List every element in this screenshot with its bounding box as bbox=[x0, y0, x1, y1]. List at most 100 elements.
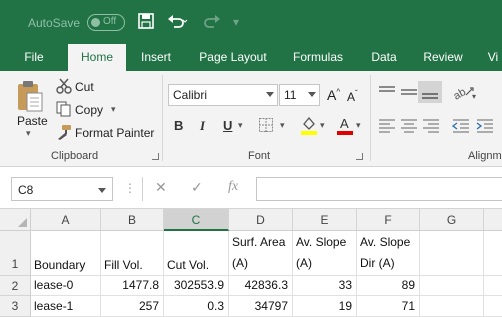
bold-button[interactable]: B bbox=[174, 118, 183, 133]
tab-home[interactable]: Home bbox=[68, 44, 126, 71]
name-box-value: C8 bbox=[18, 183, 34, 197]
column-header-c[interactable]: C bbox=[164, 209, 229, 231]
cell-a1[interactable]: Boundary bbox=[31, 231, 101, 276]
cell-g3[interactable] bbox=[420, 296, 484, 317]
italic-button[interactable]: I bbox=[200, 118, 205, 134]
chevron-down-icon bbox=[266, 92, 274, 97]
select-all-button[interactable] bbox=[0, 209, 31, 231]
row-header-1[interactable]: 1 bbox=[0, 231, 31, 276]
copy-dropdown-icon[interactable]: ▾ bbox=[111, 104, 116, 115]
tab-review[interactable]: Review bbox=[416, 44, 470, 71]
align-left-icon[interactable] bbox=[378, 119, 396, 136]
chevron-down-icon bbox=[308, 92, 316, 97]
cell-text: 34797 bbox=[254, 299, 288, 313]
clipboard-launcher-icon[interactable] bbox=[152, 153, 159, 160]
decrease-font-size-icon[interactable]: Aˇ bbox=[347, 89, 358, 104]
increase-font-size-icon[interactable]: A^ bbox=[327, 87, 340, 103]
decrease-indent-icon[interactable] bbox=[451, 119, 470, 136]
tab-insert[interactable]: Insert bbox=[133, 44, 179, 71]
group-label-font: Font bbox=[248, 150, 271, 162]
column-header-a[interactable]: A bbox=[31, 209, 101, 231]
cell-a3[interactable]: lease-1 bbox=[31, 296, 101, 317]
autosave-state: Off bbox=[103, 16, 117, 27]
copy-button[interactable]: Copy bbox=[75, 103, 103, 117]
fill-color-icon[interactable] bbox=[300, 115, 318, 138]
align-bottom-icon[interactable] bbox=[418, 81, 442, 103]
format-painter-button[interactable]: Format Painter bbox=[75, 126, 154, 140]
cell-a2[interactable]: lease-0 bbox=[31, 276, 101, 296]
align-top-icon[interactable] bbox=[378, 85, 396, 102]
autosave-toggle[interactable]: Off bbox=[87, 14, 125, 31]
tab-data[interactable]: Data bbox=[363, 44, 405, 71]
paste-icon[interactable] bbox=[15, 79, 45, 116]
cell-d3[interactable]: 34797 bbox=[229, 296, 293, 317]
save-icon[interactable] bbox=[137, 12, 155, 32]
paste-button[interactable]: Paste bbox=[17, 114, 48, 128]
increase-indent-icon[interactable] bbox=[476, 119, 494, 136]
cell-b1[interactable]: Fill Vol. bbox=[101, 231, 164, 276]
column-header-b[interactable]: B bbox=[101, 209, 164, 231]
align-middle-icon[interactable] bbox=[400, 85, 418, 102]
tab-view[interactable]: Vi bbox=[482, 44, 502, 71]
align-right-icon[interactable] bbox=[422, 119, 440, 136]
borders-dropdown-icon[interactable]: ▾ bbox=[280, 120, 285, 131]
formula-input[interactable] bbox=[256, 177, 502, 201]
format-painter-icon bbox=[56, 124, 72, 143]
cut-button[interactable]: Cut bbox=[75, 80, 94, 94]
font-color-dropdown-icon[interactable]: ▾ bbox=[356, 120, 361, 131]
row-number: 3 bbox=[11, 299, 19, 313]
cell-g2[interactable] bbox=[420, 276, 484, 296]
row-header-3[interactable]: 3 bbox=[0, 296, 31, 317]
enter-icon[interactable]: ✓ bbox=[191, 179, 203, 196]
insert-function-icon[interactable]: fx bbox=[228, 179, 238, 195]
tab-formulas[interactable]: Formulas bbox=[286, 44, 350, 71]
select-all-icon bbox=[18, 218, 27, 227]
column-header-f[interactable]: F bbox=[357, 209, 420, 231]
cell-f3[interactable]: 71 bbox=[357, 296, 420, 317]
font-color-icon[interactable]: A bbox=[336, 115, 354, 138]
cell-d2[interactable]: 42836.3 bbox=[229, 276, 293, 296]
cell-e2[interactable]: 33 bbox=[293, 276, 357, 296]
font-launcher-icon[interactable] bbox=[356, 153, 363, 160]
cell-c3[interactable]: 0.3 bbox=[164, 296, 229, 317]
qat-dropdown-icon[interactable]: ▾ bbox=[233, 12, 239, 32]
cell-h2[interactable] bbox=[484, 276, 502, 296]
column-header-g[interactable]: G bbox=[420, 209, 484, 231]
cell-d1[interactable]: Surf. Area (A) bbox=[229, 231, 293, 276]
cell-g1[interactable] bbox=[420, 231, 484, 276]
underline-button[interactable]: U bbox=[223, 118, 232, 133]
font-name-dropdown[interactable]: Calibri bbox=[168, 84, 278, 106]
align-center-icon[interactable] bbox=[400, 119, 418, 136]
column-header-e[interactable]: E bbox=[293, 209, 357, 231]
cell-e3[interactable]: 19 bbox=[293, 296, 357, 317]
cell-b2[interactable]: 1477.8 bbox=[101, 276, 164, 296]
tab-page-layout[interactable]: Page Layout bbox=[192, 44, 274, 71]
cell-f2[interactable]: 89 bbox=[357, 276, 420, 296]
cell-h3[interactable] bbox=[484, 296, 502, 317]
row-header-2[interactable]: 2 bbox=[0, 276, 31, 296]
tab-file[interactable]: File bbox=[14, 44, 54, 71]
cell-c2[interactable]: 302553.9 bbox=[164, 276, 229, 296]
cell-b3[interactable]: 257 bbox=[101, 296, 164, 317]
column-header-h[interactable] bbox=[484, 209, 502, 231]
cell-c1[interactable]: Cut Vol. bbox=[164, 231, 229, 276]
undo-icon[interactable] bbox=[166, 12, 188, 32]
borders-icon[interactable] bbox=[258, 117, 274, 136]
autosave-label: AutoSave bbox=[28, 16, 81, 30]
title-bar: AutoSave Off ▾ bbox=[0, 0, 502, 44]
orientation-icon[interactable]: ab ▾ bbox=[451, 83, 478, 104]
column-header-d[interactable]: D bbox=[229, 209, 293, 231]
formula-bar: C8 ⋮ ✕ ✓ fx bbox=[0, 167, 502, 209]
font-size-dropdown[interactable]: 11 bbox=[279, 84, 320, 106]
redo-icon bbox=[202, 12, 224, 32]
name-box[interactable]: C8 bbox=[11, 177, 113, 201]
group-separator bbox=[370, 75, 371, 161]
svg-text:▾: ▾ bbox=[472, 92, 476, 101]
fill-color-dropdown-icon[interactable]: ▾ bbox=[320, 120, 325, 131]
underline-dropdown-icon[interactable]: ▾ bbox=[238, 120, 243, 131]
cell-e1[interactable]: Av. Slope (A) bbox=[293, 231, 357, 276]
paste-dropdown-icon[interactable]: ▾ bbox=[26, 128, 31, 139]
cell-h1[interactable] bbox=[484, 231, 502, 276]
cell-f1[interactable]: Av. Slope Dir (A) bbox=[357, 231, 420, 276]
cancel-icon[interactable]: ✕ bbox=[155, 179, 167, 196]
